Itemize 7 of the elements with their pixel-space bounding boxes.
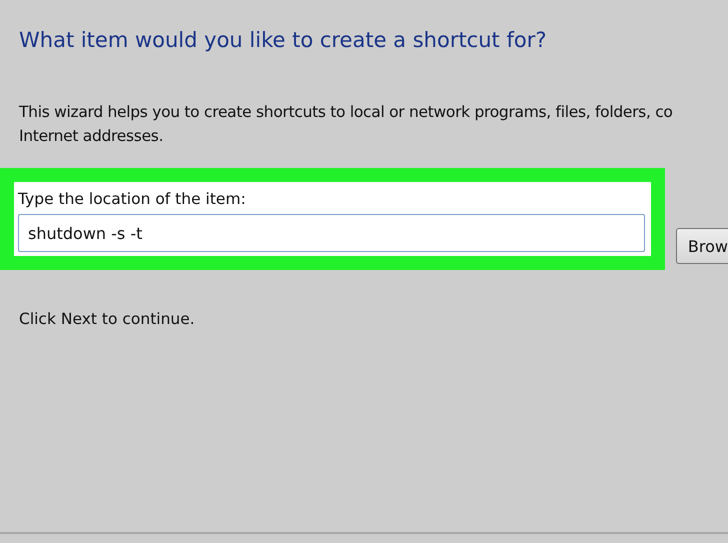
description-text: This wizard helps you to create shortcuts to local or network programs, files, folders, co (19, 102, 673, 123)
footer-text: Click Next to continue. (19, 310, 195, 328)
location-label: Type the location of the item: (18, 190, 246, 208)
browse-button[interactable]: Brow (676, 228, 728, 264)
location-input-field[interactable]: shutdown -s -t (18, 214, 645, 252)
wizard-heading: What item would you like to create a shortcut for? (19, 28, 548, 52)
description-text: Internet addresses. (19, 126, 164, 147)
